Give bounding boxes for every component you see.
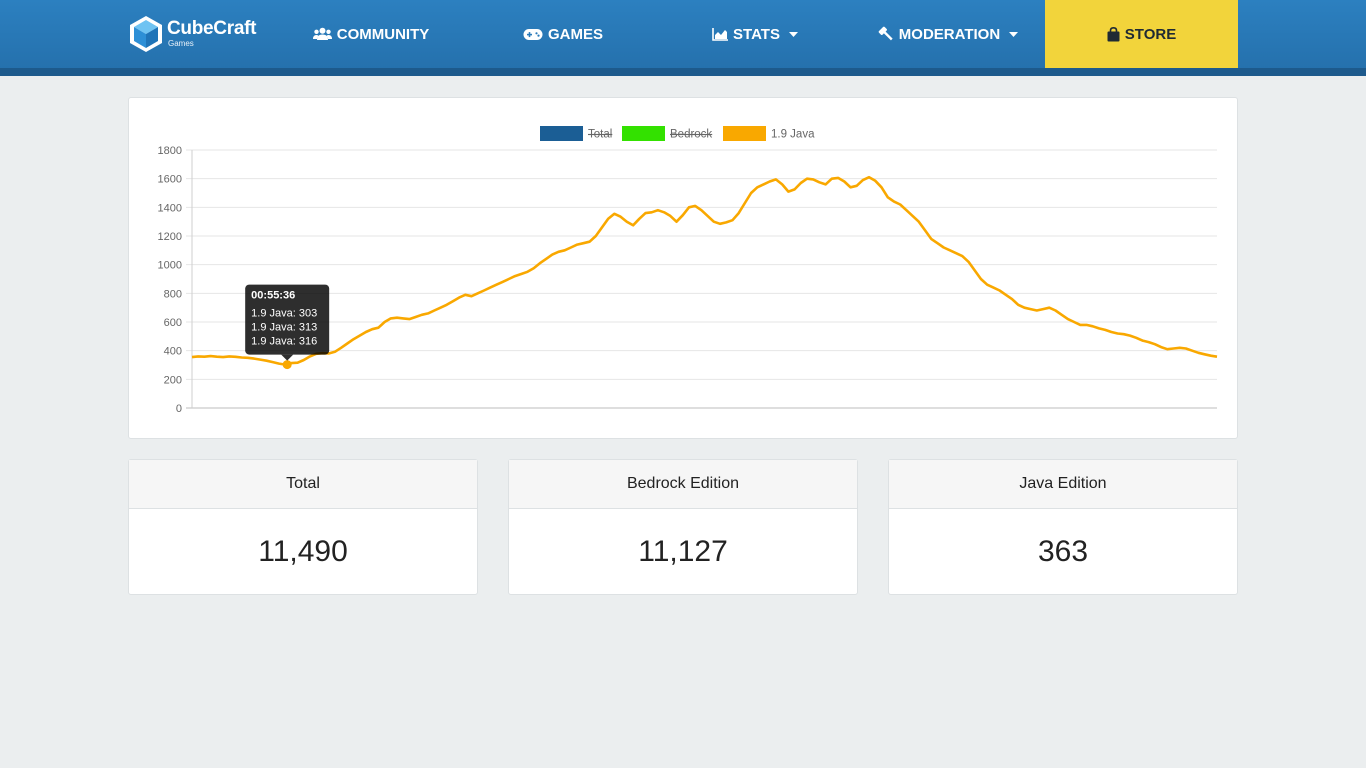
bedrock-card-value: 11,127 [638,534,728,568]
nav-stats[interactable]: STATS [660,0,850,68]
nav-community-label: COMMUNITY [336,25,430,43]
player-chart-card: 0 200 400 600 800 1000 1200 1400 1600 1800 Total B… [128,97,1238,439]
brand-name: CubeCraft [167,18,257,39]
cube-logo-icon [130,16,162,52]
y-tick-label: 800 [164,288,182,300]
caret-down-icon [1009,31,1019,37]
cubecraft-logo[interactable]: CubeCraft Games [128,14,268,54]
hover-point [282,360,292,370]
bedrock-card-header: Bedrock Edition [509,460,857,509]
gavel-icon [878,26,893,41]
caret-down-icon [788,31,798,37]
y-tick-label: 1600 [158,174,182,186]
legend-label-1[interactable]: Bedrock [670,129,712,141]
java-card-header: Java Edition [889,460,1237,509]
player-count-chart[interactable]: 0 200 400 600 800 1000 1200 1400 1600 1800 Total B… [129,98,1237,438]
tooltip-arrow [281,354,294,361]
nav-store-label: STORE [1124,25,1177,43]
tooltip-line: 1.9 Java: 316 [251,336,317,348]
nav-moderation[interactable]: MODERATION [852,0,1044,68]
y-tick-label: 0 [176,403,182,415]
y-tick-label: 400 [164,346,182,358]
area-chart-icon [712,27,729,41]
gamepad-icon [523,28,543,40]
y-tick-label: 1000 [158,260,182,272]
y-tick-label: 600 [164,317,182,329]
legend-swatch-0 [540,126,583,141]
users-icon [312,27,332,40]
tooltip-line: 1.9 Java: 303 [251,308,317,320]
tooltip-line: 1.9 Java: 313 [251,322,317,334]
y-tick-label: 1800 [158,145,182,157]
series-line-java [191,175,1218,366]
tooltip-title: 00:55:36 [251,290,295,302]
legend-label-0[interactable]: Total [588,129,612,141]
total-card-header: Total [129,460,477,509]
nav-stats-label: STATS [733,25,780,43]
bedrock-card: Bedrock Edition 11,127 [508,459,858,595]
y-tick-label: 1200 [158,231,182,243]
nav-moderation-label: MODERATION [898,25,1001,43]
shopping-bag-icon [1107,26,1120,41]
nav-store[interactable]: STORE [1045,0,1238,68]
java-card: Java Edition 363 [888,459,1238,595]
y-tick-label: 1400 [158,202,182,214]
brand-sub: Games [168,39,194,48]
navbar-bottom-strip [0,68,1366,76]
java-card-value: 363 [1037,534,1089,568]
nav-games[interactable]: GAMES [468,0,658,68]
legend-label-2[interactable]: 1.9 Java [771,129,815,141]
total-card: Total 11,490 [128,459,478,595]
y-tick-label: 200 [164,374,182,386]
total-card-value: 11,490 [258,534,348,568]
legend-swatch-2 [723,126,766,141]
legend-swatch-1 [622,126,665,141]
nav-community[interactable]: COMMUNITY [276,0,466,68]
nav-games-label: GAMES [547,25,603,43]
